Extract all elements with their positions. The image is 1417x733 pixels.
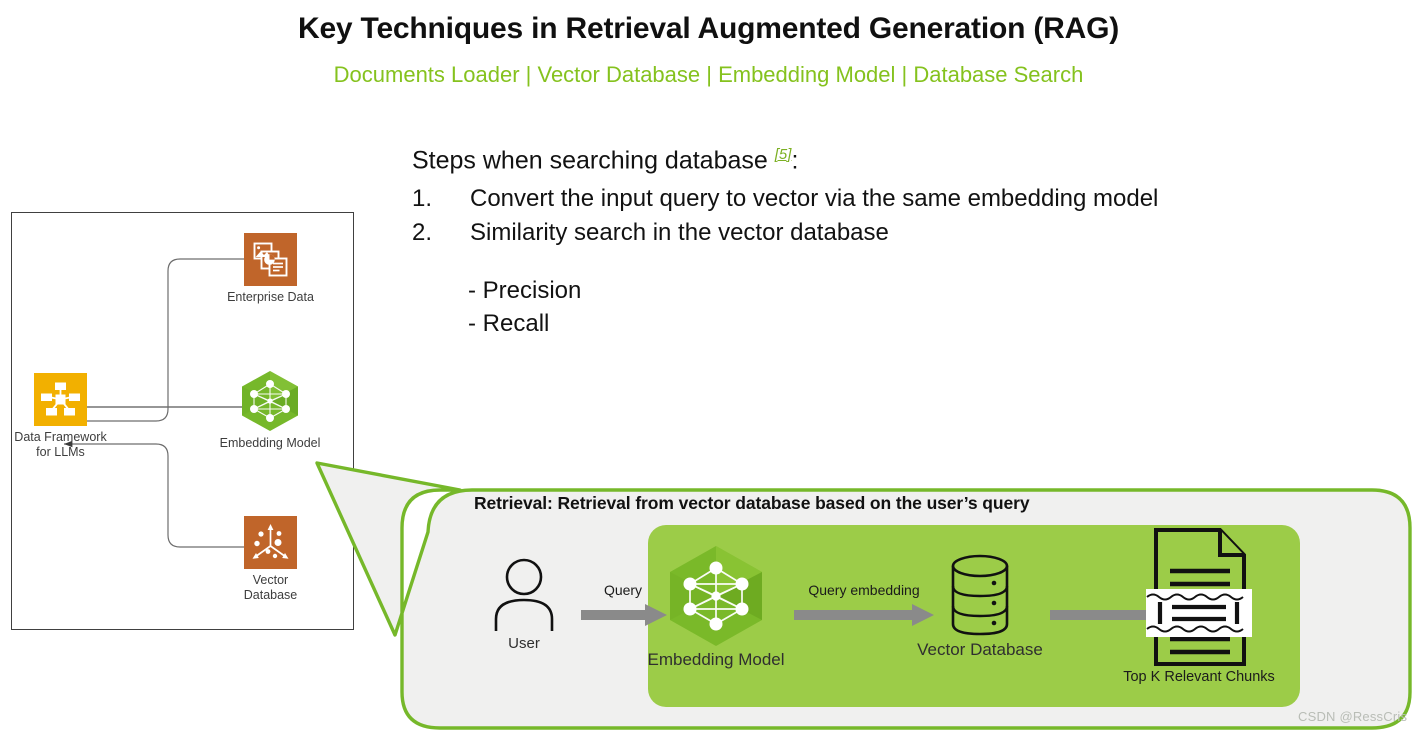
hexagon-neural-net-icon — [670, 546, 762, 646]
retrieval-callout: Retrieval: Retrieval from vector databas… — [300, 452, 1417, 733]
pipeline-label-vector-database: Vector Database — [917, 640, 1043, 659]
document-chunks-icon — [1146, 528, 1252, 666]
pipeline-label-top-k-chunks: Top K Relevant Chunks — [1123, 669, 1275, 685]
step-item-1: 1. Convert the input query to vector via … — [412, 185, 1158, 213]
arrow-label-query-embedding: Query embedding — [808, 582, 920, 598]
vector-axes-icon — [244, 516, 297, 569]
database-cylinder-icon — [951, 554, 1009, 636]
page-subtitle: Documents Loader | Vector Database | Emb… — [333, 62, 1084, 87]
pipeline-embedding-model: Embedding Model — [647, 544, 785, 669]
documents-stack-icon — [244, 233, 297, 286]
node-label-embedding-model: Embedding Model — [219, 436, 321, 450]
steps-heading: Steps when searching database [5]: — [412, 146, 799, 175]
step-number: 1. — [412, 185, 433, 212]
pipeline-top-k-chunks: Top K Relevant Chunks — [1123, 527, 1275, 685]
metric-recall: - Recall — [468, 310, 550, 337]
hexagon-neural-net-icon — [240, 370, 300, 432]
step-text: Convert the input query to vector via th… — [470, 185, 1159, 212]
hub-network-icon — [34, 373, 87, 426]
node-label-enterprise-data: Enterprise Data — [227, 290, 314, 304]
step-text: Similarity search in the vector database — [470, 219, 889, 246]
node-label-data-framework: Data Framework for LLMs — [14, 430, 107, 459]
metric-precision: - Precision — [468, 277, 582, 304]
citation-link[interactable]: [5] — [775, 146, 792, 163]
node-data-framework: Data Framework for LLMs — [14, 373, 107, 459]
pipeline-user: User — [492, 557, 556, 652]
node-embedding-model: Embedding Model — [220, 370, 320, 450]
arrow-query-icon — [581, 604, 667, 626]
node-enterprise-data: Enterprise Data — [227, 233, 314, 304]
arrow-query-embedding-icon — [794, 604, 934, 626]
step-item-2: 2. Similarity search in the vector databa… — [412, 219, 889, 247]
watermark: CSDN @RessCris — [1298, 709, 1408, 724]
step-number: 2. — [412, 219, 433, 246]
node-vector-database: Vector Database — [244, 516, 297, 602]
page-title: Key Techniques in Retrieval Augmented Ge… — [297, 12, 1119, 45]
node-label-vector-database: Vector Database — [243, 573, 298, 602]
pipeline-vector-database: Vector Database — [917, 552, 1043, 659]
pipeline-label-user: User — [508, 635, 540, 652]
user-person-icon — [494, 558, 554, 631]
arrow-label-query: Query — [603, 582, 643, 598]
slide-canvas: Key Techniques in Retrieval Augmented Ge… — [0, 0, 1417, 733]
callout-heading: Retrieval: Retrieval from vector databas… — [474, 493, 1030, 513]
pipeline-label-embedding-model: Embedding Model — [647, 650, 785, 669]
